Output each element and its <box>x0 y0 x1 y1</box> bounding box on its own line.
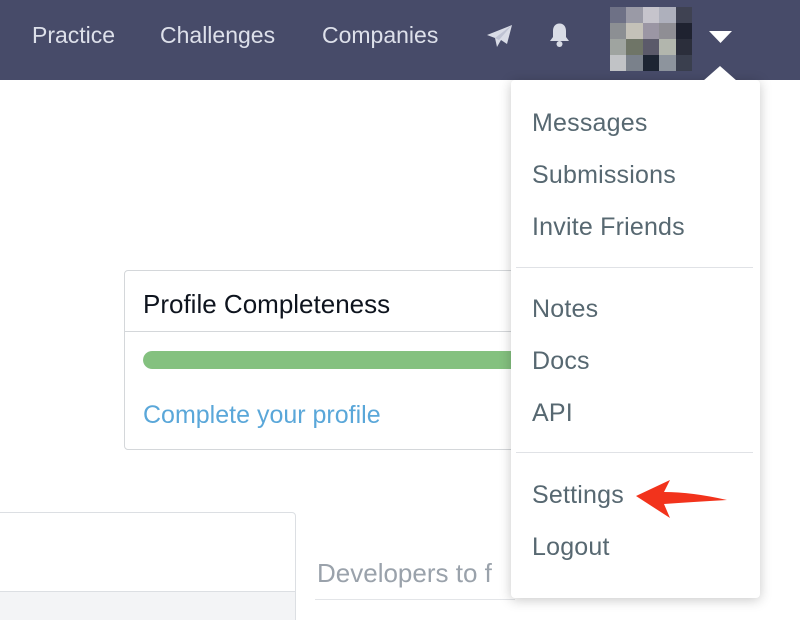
bell-icon[interactable] <box>548 22 571 48</box>
annotation-arrow-icon <box>636 480 727 518</box>
menu-item-docs[interactable]: Docs <box>532 346 590 376</box>
developers-section-title: Developers to f <box>317 558 492 588</box>
menu-divider <box>516 452 753 453</box>
nav-practice-link[interactable]: Practice <box>32 21 115 49</box>
profile-progress-bar <box>143 351 543 369</box>
lower-left-panel <box>0 512 296 620</box>
complete-profile-link[interactable]: Complete your profile <box>143 400 381 430</box>
panel-row <box>0 592 295 620</box>
section-divider <box>315 599 515 600</box>
menu-item-api[interactable]: API <box>532 398 573 428</box>
nav-challenges-link[interactable]: Challenges <box>160 21 275 49</box>
nav-companies-link[interactable]: Companies <box>322 21 438 49</box>
avatar[interactable] <box>610 7 692 71</box>
send-icon[interactable] <box>486 24 513 48</box>
menu-item-notes[interactable]: Notes <box>532 294 598 324</box>
menu-item-invite-friends[interactable]: Invite Friends <box>532 212 685 242</box>
menu-divider <box>516 267 753 268</box>
menu-item-settings[interactable]: Settings <box>532 480 624 510</box>
top-navbar: Practice Challenges Companies <box>0 0 800 80</box>
menu-item-submissions[interactable]: Submissions <box>532 160 676 190</box>
profile-progress-fill <box>143 351 543 369</box>
caret-down-icon[interactable] <box>708 30 733 44</box>
profile-card-title: Profile Completeness <box>143 289 391 319</box>
card-divider <box>125 331 543 332</box>
menu-item-logout[interactable]: Logout <box>532 532 610 562</box>
dropdown-pointer <box>703 66 737 81</box>
menu-item-messages[interactable]: Messages <box>532 108 648 138</box>
page: Practice Challenges Companies Profile Co… <box>0 0 800 620</box>
profile-completeness-card: Profile Completeness Complete your profi… <box>124 270 544 450</box>
